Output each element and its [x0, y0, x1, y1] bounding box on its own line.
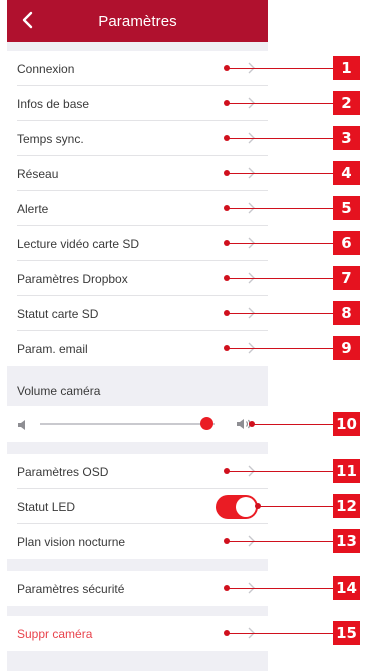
menu-item-alerte[interactable]: Alerte [7, 191, 268, 226]
menu-item-reseau[interactable]: Réseau [7, 156, 268, 191]
chevron-right-icon [244, 581, 258, 595]
callout-badge: 14 [333, 576, 360, 600]
menu-item-label: Paramètres Dropbox [17, 271, 128, 286]
chevron-right-icon [244, 201, 258, 215]
callout-badge: 7 [333, 266, 360, 290]
menu-item-dropbox[interactable]: Paramètres Dropbox [7, 261, 268, 296]
callout-badge: 12 [333, 494, 360, 518]
chevron-right-icon [244, 534, 258, 548]
menu-item-label: Réseau [17, 166, 59, 181]
menu-item-night-vision[interactable]: Plan vision nocturne [7, 524, 268, 559]
chevron-right-icon [244, 236, 258, 250]
chevron-right-icon [244, 464, 258, 478]
menu-item-label: Lecture vidéo carte SD [17, 236, 140, 251]
callout-badge: 10 [333, 412, 360, 436]
chevron-right-icon [244, 341, 258, 355]
callout-badge: 2 [333, 91, 360, 115]
callout-badge: 9 [333, 336, 360, 360]
menu-item-security[interactable]: Paramètres sécurité [7, 571, 268, 606]
menu-item-email[interactable]: Param. email [7, 331, 268, 366]
menu-item-label: Alerte [17, 201, 49, 216]
volume-low-icon [17, 418, 27, 436]
menu-item-label: Paramètres sécurité [17, 581, 125, 596]
delete-camera-label: Suppr caméra [17, 626, 93, 641]
chevron-left-icon [22, 11, 33, 29]
callout-badge: 4 [333, 161, 360, 185]
back-button[interactable] [17, 9, 39, 31]
menu-item-lecture-video-sd[interactable]: Lecture vidéo carte SD [7, 226, 268, 261]
callout-line [258, 506, 333, 507]
menu-item-label: Paramètres OSD [17, 464, 109, 479]
callout-badge: 11 [333, 459, 360, 483]
callout-badge: 13 [333, 529, 360, 553]
menu-item-label: Statut carte SD [17, 306, 99, 321]
menu-item-osd[interactable]: Paramètres OSD [7, 454, 268, 489]
volume-slider-row [7, 406, 268, 442]
menu-item-led: Statut LED [7, 489, 268, 524]
callout-badge: 6 [333, 231, 360, 255]
callout-badge: 8 [333, 301, 360, 325]
callout-badge: 5 [333, 196, 360, 220]
menu-item-temps-sync[interactable]: Temps sync. [7, 121, 268, 156]
delete-camera-button[interactable]: Suppr caméra [7, 616, 268, 651]
chevron-right-icon [244, 131, 258, 145]
chevron-right-icon [244, 61, 258, 75]
chevron-right-icon [244, 626, 258, 640]
volume-label: Volume caméra [17, 384, 101, 398]
menu-item-label: Temps sync. [17, 131, 84, 146]
chevron-right-icon [244, 271, 258, 285]
chevron-right-icon [244, 96, 258, 110]
menu-item-infos-de-base[interactable]: Infos de base [7, 86, 268, 121]
chevron-right-icon [244, 306, 258, 320]
menu-item-label: Connexion [17, 61, 75, 76]
led-toggle[interactable] [216, 495, 258, 519]
nav-header: Paramètres [7, 0, 268, 42]
volume-slider-fill [40, 423, 207, 425]
menu-item-label: Infos de base [17, 96, 90, 111]
volume-slider-thumb[interactable] [199, 417, 213, 430]
settings-screen: Paramètres Connexion Infos de base Temps… [7, 0, 268, 671]
menu-item-label: Param. email [17, 341, 88, 356]
page-title: Paramètres [98, 12, 177, 30]
callout-badge: 1 [333, 56, 360, 80]
callout-badge: 15 [333, 621, 360, 645]
menu-item-label: Plan vision nocturne [17, 534, 126, 549]
volume-slider[interactable] [40, 423, 215, 425]
menu-item-statut-sd[interactable]: Statut carte SD [7, 296, 268, 331]
menu-item-connexion[interactable]: Connexion [7, 51, 268, 86]
callout-badge: 3 [333, 126, 360, 150]
chevron-right-icon [244, 166, 258, 180]
volume-high-icon [236, 417, 252, 436]
volume-section-header: Volume caméra [7, 376, 268, 406]
toggle-knob [236, 497, 256, 517]
